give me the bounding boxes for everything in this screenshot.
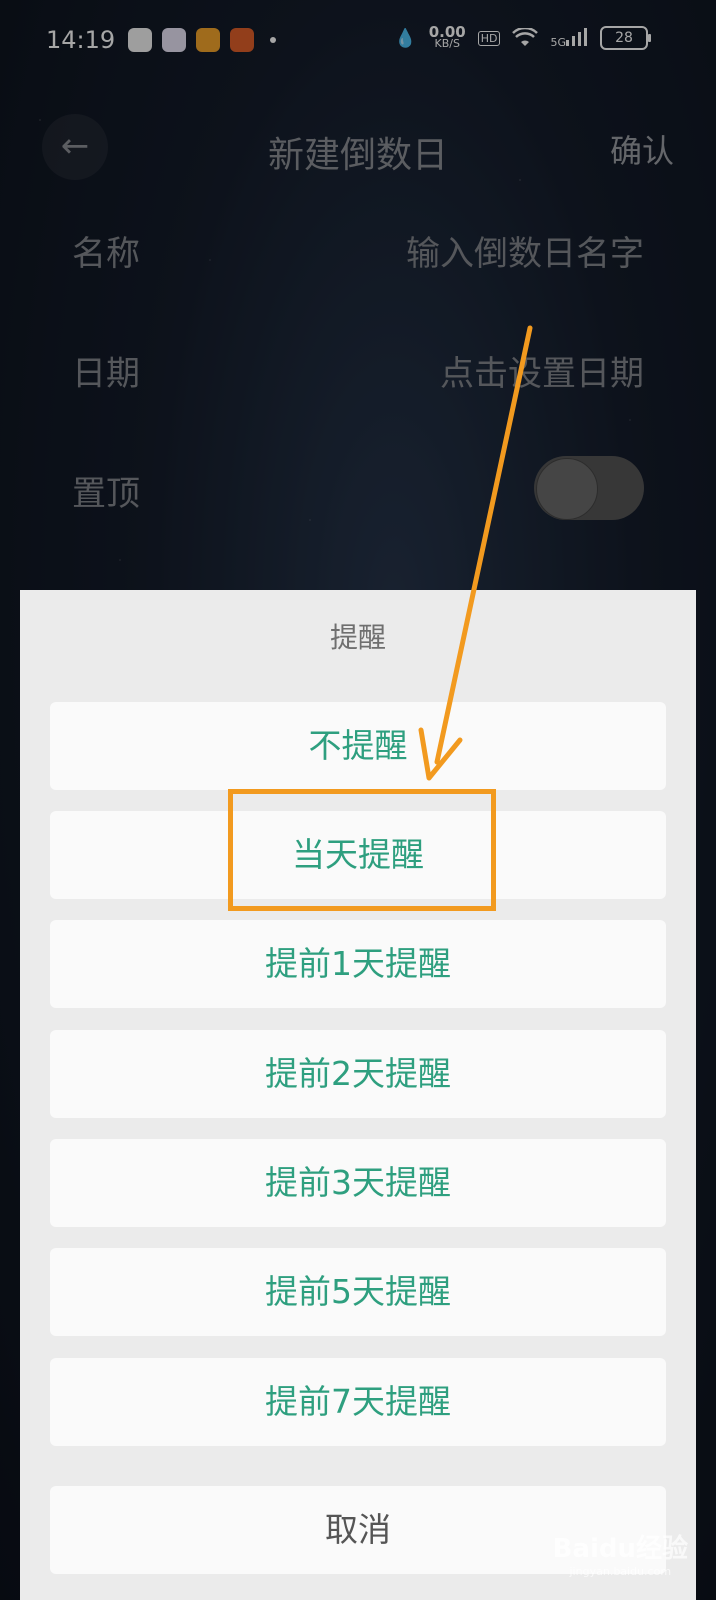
watermark-url: jingyan.baidu.com <box>569 1565 672 1578</box>
sheet-title: 提醒 <box>329 621 386 654</box>
option-1-day-before[interactable]: 提前1天提醒 <box>50 920 666 1008</box>
option-no-reminder[interactable]: 不提醒 <box>50 702 666 790</box>
option-5-days-before[interactable]: 提前5天提醒 <box>50 1248 666 1336</box>
option-7-days-before[interactable]: 提前7天提醒 <box>50 1358 666 1446</box>
watermark: Baidu经验 jingyan.baidu.com <box>553 1528 688 1578</box>
option-2-days-before[interactable]: 提前2天提醒 <box>50 1030 666 1118</box>
reminder-sheet: 提醒 不提醒 当天提醒 提前1天提醒 提前2天提醒 提前3天提醒 提前5天提醒 … <box>20 590 696 1600</box>
watermark-logo: Baidu经验 <box>552 1534 688 1564</box>
option-3-days-before[interactable]: 提前3天提醒 <box>50 1139 666 1227</box>
highlight-box <box>228 789 496 911</box>
